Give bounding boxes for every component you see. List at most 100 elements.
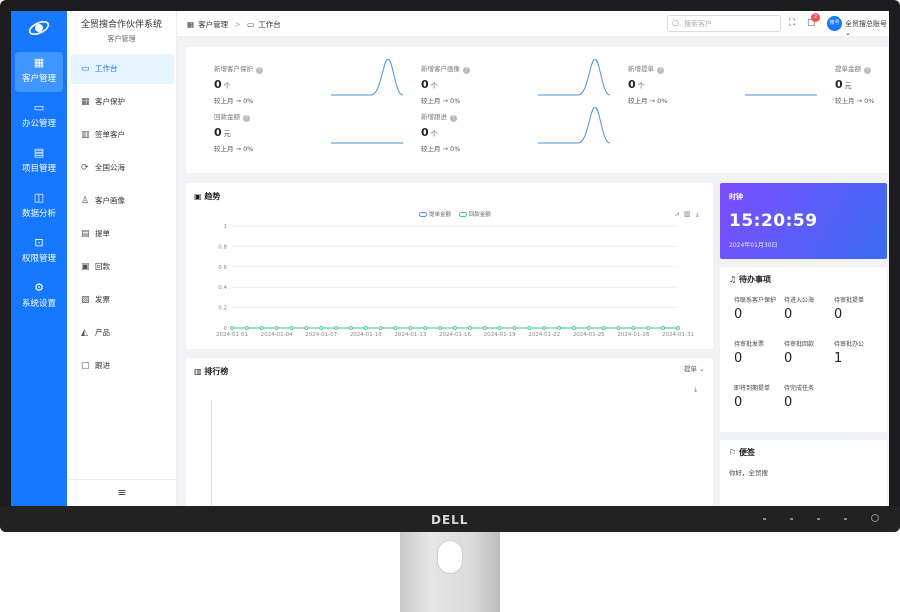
stats-card: 新增客户保护? 0 个较上月 → 0% 新增客户画像? 0 个较上月 → 0% 新增提单? 0… — [186, 47, 888, 173]
menu-item-label: 全国公海 — [95, 163, 125, 172]
trend-card: ▣ 趋势 提单金额 回款金额 ⩘ ▥ ⤓ 0 0.2 0.4 0.6 0.8 1 2024-01… — [186, 183, 713, 349]
notes-card: ⚐ 便签 你好，全贸搜 — [720, 440, 887, 506]
menu-item-2[interactable]: ▥ 签单客户 — [71, 120, 174, 150]
search-placeholder: 搜索客户 — [684, 20, 712, 28]
todo-label: 待完成任务 — [784, 385, 815, 392]
breadcrumb-root[interactable]: 客户管理 — [198, 20, 228, 29]
menu-item-3[interactable]: ⟳ 全国公海 — [71, 153, 174, 183]
menu-item-7[interactable]: ▧ 发票 — [71, 285, 174, 315]
todo-label: 待联系客户保护 — [734, 297, 777, 304]
data-point — [364, 326, 368, 330]
todo-item[interactable]: 待审批回款 0 — [784, 341, 832, 366]
todo-item[interactable]: 即将到期提单 0 — [734, 385, 782, 410]
x-tick-label: 2024-01-07 — [305, 332, 337, 338]
breadcrumb: ▦ 客户管理 > ▭ 工作台 — [187, 19, 285, 30]
clock-card: 时钟 15:20:59 2024年01月30日 — [720, 183, 887, 259]
data-point — [453, 326, 457, 330]
stat-value-number: 0 — [835, 78, 843, 91]
data-point — [661, 326, 665, 330]
module-title: 客户管理 — [107, 35, 136, 43]
menu-item-label: 工作台 — [95, 64, 118, 73]
y-tick-label: 1 — [224, 224, 228, 230]
rail-item-label: 权限管理 — [21, 254, 56, 264]
clock-header: 时钟 — [729, 193, 743, 201]
x-tick-label: 2024-01-01 — [216, 332, 248, 338]
todo-title-text: 待办事项 — [738, 275, 771, 284]
app-logo-icon — [25, 17, 53, 43]
x-tick-label: 2024-01-19 — [484, 332, 516, 338]
todo-item[interactable]: 待联系客户保护 0 — [734, 297, 782, 322]
trend-chart: 00.20.40.60.812024-01-01 2024-01-04 2024-0… — [216, 224, 694, 338]
rank-title-text: 排行榜 — [204, 367, 229, 376]
menu-item-label: 回款 — [95, 262, 110, 271]
rank-type-select[interactable]: 提单 ⌄ — [684, 363, 705, 373]
avatar[interactable]: 账号 — [827, 16, 842, 31]
menu-item-4[interactable]: ♙ 客户画像 — [71, 186, 174, 216]
todo-item[interactable]: 待审批提单 0 — [834, 297, 882, 322]
clock-date: 2024年01月30日 — [729, 242, 778, 249]
stat-unit: 个 — [637, 82, 645, 90]
stat-unit: 个 — [430, 82, 438, 90]
invoice-icon: ▧ — [81, 295, 90, 305]
todo-item[interactable]: 待审批办公 1 — [834, 341, 882, 366]
menu-item-0[interactable]: ▭ 工作台 — [71, 54, 174, 84]
notes-body[interactable]: 你好，全贸搜 — [729, 467, 768, 477]
y-tick-label: 0.4 — [218, 285, 227, 291]
menu-item-5[interactable]: ▤ 提单 — [71, 219, 174, 249]
monitor-icon: ▭ — [247, 20, 255, 29]
lock-icon: ⊡ — [34, 236, 44, 249]
data-point — [438, 326, 442, 330]
notes-title-text: 便签 — [738, 448, 755, 457]
data-point — [527, 326, 532, 330]
menu-item-1[interactable]: ▦ 客户保护 — [71, 87, 174, 117]
data-point — [586, 326, 591, 330]
rank-select-value: 提单 — [684, 365, 697, 373]
help-icon[interactable]: ? — [864, 67, 871, 74]
chart-board-icon: ◫ — [33, 191, 45, 204]
x-tick-label: 2024-01-16 — [439, 332, 471, 338]
rail-item-3[interactable]: ◫ 数据分析 — [15, 187, 63, 227]
help-icon[interactable]: ? — [463, 67, 470, 74]
building-icon: ▦ — [81, 97, 90, 107]
sync-icon: ⟳ — [81, 163, 89, 173]
x-tick-label: 2024-01-25 — [573, 332, 605, 338]
y-tick-label: 0.6 — [218, 265, 227, 271]
todo-item[interactable]: 待进入公海 0 — [784, 297, 832, 322]
notification-badge: 2 — [811, 13, 820, 22]
search-input[interactable]: ○ 搜索客户 — [667, 15, 781, 32]
help-icon[interactable]: ? — [256, 67, 263, 74]
menu-item-8[interactable]: ◭ 产品 — [71, 318, 174, 348]
rail-item-4[interactable]: ⊡ 权限管理 — [15, 232, 63, 272]
monitor-button — [844, 518, 847, 520]
menu-item-label: 产品 — [95, 328, 110, 337]
todo-item[interactable]: 待审批发票 0 — [734, 341, 782, 366]
rail-item-2[interactable]: ▤ 项目管理 — [15, 142, 63, 182]
help-icon[interactable]: ? — [657, 67, 664, 74]
account-name[interactable]: 全贸搜总账号 ⌄ — [845, 19, 889, 37]
fullscreen-icon[interactable]: ⛶ — [789, 18, 795, 28]
rail-item-0[interactable]: ▦ 客户管理 — [15, 52, 63, 92]
rank-card: ▥ 排行榜 提单 ⌄ ⤓ — [186, 358, 713, 506]
stat-item: 提单金额? 0 元较上月 → 0% — [835, 63, 889, 111]
rank-chart-axis — [211, 400, 212, 506]
data-point — [512, 326, 517, 330]
menu-item-6[interactable]: ▣ 回款 — [71, 252, 174, 282]
help-icon[interactable]: ? — [450, 115, 457, 122]
primary-rail: ▦ 客户管理 ▭ 办公管理 ▤ 项目管理 ◫ 数据分析 ⊡ 权限管理 ⚙ 系统设置 — [11, 11, 67, 506]
download-icon[interactable]: ⤓ — [694, 385, 697, 394]
rail-item-1[interactable]: ▭ 办公管理 — [15, 97, 63, 137]
rail-item-5[interactable]: ⚙ 系统设置 — [15, 277, 63, 317]
sparkline-customer-protect — [331, 59, 403, 96]
briefcase-icon: ▭ — [33, 101, 45, 114]
bookmark-icon: ⚐ — [729, 448, 737, 457]
stat-label-text: 新增提单 — [628, 65, 654, 73]
collapse-menu-icon[interactable]: ≡ — [67, 479, 177, 506]
app-title: 全贸搜合作伙伴系统 — [80, 20, 162, 30]
help-icon[interactable]: ? — [243, 115, 250, 122]
menu-item-9[interactable]: ▢ 跟进 — [71, 351, 174, 381]
data-point — [245, 326, 249, 330]
todo-label: 待审批发票 — [734, 341, 765, 348]
chevron-down-icon: ⌄ — [845, 29, 851, 37]
data-point — [542, 326, 547, 330]
todo-item[interactable]: 待完成任务 0 — [784, 385, 832, 410]
